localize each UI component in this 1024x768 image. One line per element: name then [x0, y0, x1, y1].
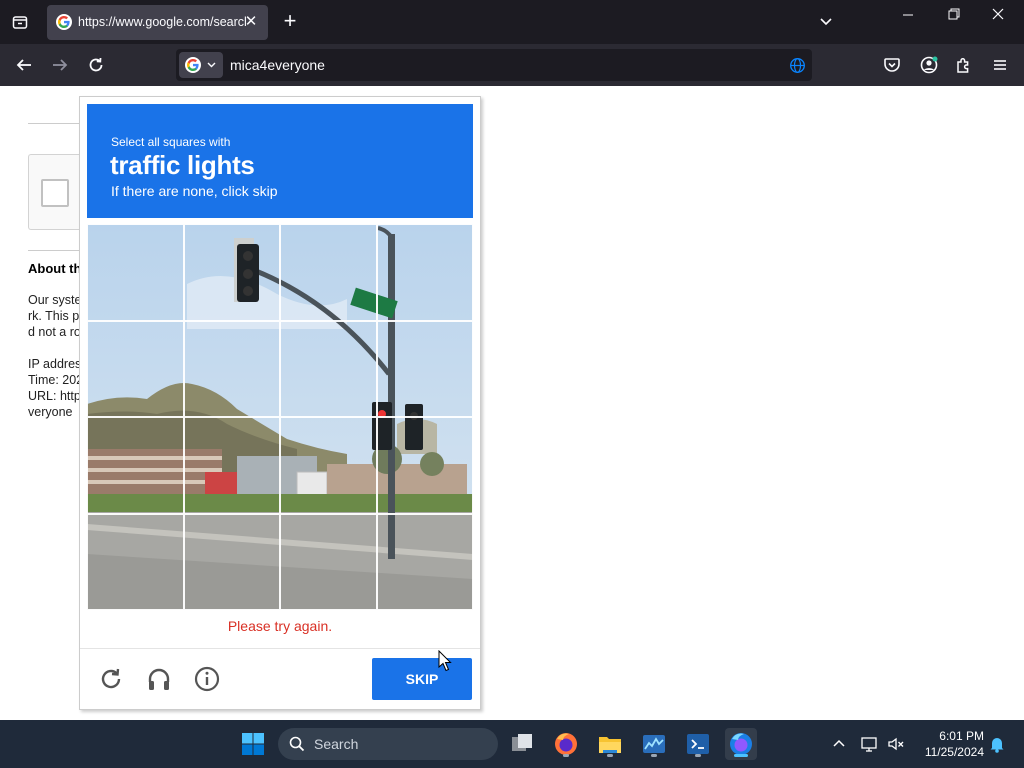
- running-indicator: [651, 754, 657, 757]
- running-indicator: [695, 754, 701, 757]
- grid-tile[interactable]: [183, 417, 280, 514]
- pocket-icon[interactable]: [881, 54, 903, 76]
- grid-tile[interactable]: [376, 320, 473, 417]
- google-g-icon: [56, 14, 72, 30]
- grid-tile[interactable]: [183, 320, 280, 417]
- task-view-icon[interactable]: [506, 728, 538, 760]
- grid-tile[interactable]: [87, 513, 184, 610]
- about-line: d not a robot.: [28, 325, 86, 339]
- notification-bell-icon[interactable]: [987, 734, 1007, 754]
- about-line: rk. This page checks to see if it's real…: [28, 309, 86, 323]
- windows-start-icon[interactable]: [237, 728, 269, 760]
- grid-tile[interactable]: [87, 417, 184, 514]
- recaptcha-challenge: Select all squares with traffic lights I…: [79, 96, 481, 710]
- clock[interactable]: 6:01 PM 11/25/2024: [908, 728, 984, 760]
- grid-tile[interactable]: [183, 513, 280, 610]
- grid-tile[interactable]: [280, 513, 377, 610]
- show-hidden-icons-icon[interactable]: [829, 734, 849, 754]
- about-line: IP address:: [28, 357, 86, 371]
- error-message: Please try again.: [227, 618, 333, 634]
- firefox-dev-icon[interactable]: [725, 728, 757, 760]
- forward-icon[interactable]: [49, 54, 71, 76]
- file-explorer-icon[interactable]: [594, 728, 626, 760]
- navigation-toolbar: mica4everyone: [0, 44, 1024, 86]
- running-indicator: [607, 754, 613, 757]
- challenge-header: Select all squares with traffic lights I…: [87, 104, 473, 218]
- minimize-icon[interactable]: [893, 6, 923, 24]
- grid-tile[interactable]: [376, 224, 473, 321]
- extensions-icon[interactable]: [953, 54, 975, 76]
- active-indicator: [734, 754, 748, 757]
- grid-tile[interactable]: [183, 224, 280, 321]
- clock-date: 11/25/2024: [924, 745, 984, 759]
- terminal-icon[interactable]: [682, 728, 714, 760]
- about-line: Time: 2024: [28, 373, 86, 387]
- tile-grid: [87, 224, 473, 610]
- info-icon[interactable]: [193, 665, 221, 693]
- taskbar: Search 6:01 PM 11/25/2024: [0, 720, 1024, 768]
- back-icon[interactable]: [13, 54, 35, 76]
- mouse-cursor-icon: [438, 649, 452, 672]
- tab-bar: https://www.google.com/search ✕ +: [0, 0, 1024, 44]
- firefox-icon[interactable]: [550, 728, 582, 760]
- network-icon[interactable]: [860, 734, 880, 754]
- recaptcha-checkbox[interactable]: [41, 179, 69, 207]
- grid-tile[interactable]: [376, 417, 473, 514]
- tab-close-icon[interactable]: ✕: [242, 13, 260, 31]
- browser-tab[interactable]: https://www.google.com/search ✕: [47, 5, 268, 40]
- url-text[interactable]: mica4everyone: [230, 57, 325, 73]
- taskbar-search[interactable]: Search: [278, 728, 498, 760]
- account-icon[interactable]: [918, 54, 940, 76]
- instruction-target: traffic lights: [110, 150, 255, 180]
- divider: [80, 648, 480, 649]
- translate-globe-icon[interactable]: [789, 57, 806, 74]
- list-all-tabs-icon[interactable]: [816, 12, 836, 32]
- running-indicator: [563, 754, 569, 757]
- search-placeholder: Search: [314, 736, 359, 752]
- address-bar[interactable]: mica4everyone: [176, 49, 812, 81]
- close-icon[interactable]: [983, 6, 1013, 24]
- tab-title: https://www.google.com/search: [78, 15, 246, 29]
- audio-headphones-icon[interactable]: [145, 665, 173, 693]
- grid-tile[interactable]: [87, 224, 184, 321]
- about-line: URL: https://www.google.com/search?q=mic…: [28, 389, 86, 403]
- grid-tile[interactable]: [280, 320, 377, 417]
- volume-muted-icon[interactable]: [886, 734, 906, 754]
- tab-list-icon[interactable]: [8, 10, 32, 34]
- clock-time: 6:01 PM: [939, 729, 984, 743]
- maximize-icon[interactable]: [938, 6, 968, 24]
- chart-app-icon[interactable]: [638, 728, 670, 760]
- grid-tile[interactable]: [87, 320, 184, 417]
- grid-tile[interactable]: [280, 417, 377, 514]
- site-info-icon[interactable]: [179, 52, 223, 78]
- instruction-sub: If there are none, click skip: [111, 183, 278, 199]
- new-tab-icon[interactable]: +: [279, 10, 301, 32]
- grid-tile[interactable]: [280, 224, 377, 321]
- challenge-image-grid: [87, 224, 473, 610]
- reload-icon[interactable]: [97, 665, 125, 693]
- about-line: veryone: [28, 405, 73, 419]
- grid-tile[interactable]: [376, 513, 473, 610]
- instruction-pre: Select all squares with: [111, 135, 231, 149]
- about-line: Our systems have detected unusual traffi…: [28, 293, 86, 307]
- skip-button[interactable]: SKIP: [372, 658, 472, 700]
- search-icon: [289, 736, 305, 752]
- menu-icon[interactable]: [989, 54, 1011, 76]
- reload-icon[interactable]: [85, 54, 107, 76]
